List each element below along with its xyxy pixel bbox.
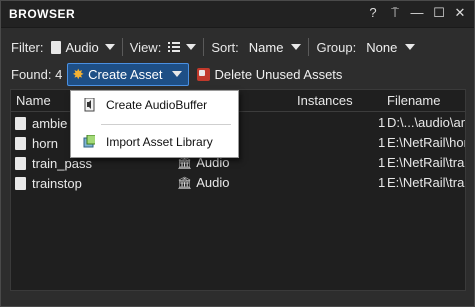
chevron-down-icon (405, 44, 416, 50)
browser-window: BROWSER ? ⍑ — ☐ ✕ Filter: Audio View: So… (0, 0, 475, 307)
asset-filename: E:\NetRail\trai (387, 175, 466, 190)
pin-button[interactable]: ⍑ (387, 5, 403, 21)
column-header-filename[interactable]: Filename (387, 93, 440, 108)
chevron-down-icon (186, 44, 197, 50)
filter-dropdown[interactable]: Audio (50, 39, 115, 55)
create-asset-menu: Create AudioBuffer Import Asset Library (70, 90, 239, 158)
column-header-instances[interactable]: Instances (297, 93, 353, 108)
instance-count: 1 (378, 155, 386, 170)
window-title: BROWSER (9, 7, 76, 21)
menu-divider (101, 124, 231, 125)
instance-count: 1 (378, 175, 386, 190)
sparkle-icon: ✸ (72, 65, 85, 82)
group-dropdown[interactable]: None (366, 39, 416, 55)
asset-name: horn (32, 136, 59, 151)
view-label: View: (129, 39, 162, 55)
asset-filename: D:\...\audio\am (387, 115, 466, 130)
audio-type-icon: 🏛 (177, 156, 193, 170)
minimize-button[interactable]: — (409, 5, 425, 21)
asset-name: train_pass (32, 156, 92, 171)
title-bar: BROWSER ? ⍑ — ☐ ✕ (1, 1, 474, 28)
instance-count: 1 (378, 115, 386, 130)
sort-value: Name (248, 39, 284, 55)
filter-label: Filter: (11, 39, 44, 55)
audio-icon (50, 40, 61, 54)
asset-name: trainstop (32, 176, 82, 191)
menu-item-label: Import Asset Library (106, 135, 213, 149)
audio-buffer-icon (84, 98, 95, 112)
filter-toolbar: Filter: Audio View: Sort: Name Group: No… (11, 35, 416, 59)
create-asset-button[interactable]: ✸ Create Asset (67, 62, 189, 86)
found-count: Found: 4 (11, 66, 63, 82)
help-button[interactable]: ? (365, 5, 381, 21)
chevron-down-icon (291, 44, 302, 50)
create-asset-label: Create Asset (88, 66, 163, 82)
close-button[interactable]: ✕ (452, 5, 468, 21)
separator (308, 38, 310, 56)
audio-file-icon (15, 157, 26, 170)
delete-unused-label: Delete Unused Assets (214, 66, 343, 82)
asset-filename: E:\NetRail\horn (387, 135, 465, 150)
separator (121, 38, 123, 56)
audio-type-icon: 🏛 (177, 176, 193, 190)
asset-type: Audio (196, 175, 230, 190)
column-header-name[interactable]: Name (16, 93, 51, 108)
group-value: None (366, 39, 398, 55)
audio-file-icon (15, 137, 26, 150)
delete-icon (196, 67, 210, 81)
instance-count: 1 (378, 135, 386, 150)
group-label: Group: (316, 39, 357, 55)
view-dropdown[interactable] (168, 41, 197, 53)
asset-library-icon (83, 135, 95, 148)
chevron-down-icon (104, 44, 115, 50)
asset-name: ambie (32, 116, 68, 131)
sort-dropdown[interactable]: Name (249, 40, 302, 55)
asset-filename: E:\NetRail\trai (387, 155, 466, 170)
menu-item-create-audiobuffer[interactable]: Create AudioBuffer (71, 92, 238, 118)
table-row[interactable]: trainstop 🏛 Audio 1 E:\NetRail\trai (11, 173, 465, 193)
delete-unused-assets-button[interactable]: Delete Unused Assets (196, 66, 343, 82)
menu-item-import-asset-library[interactable]: Import Asset Library (71, 129, 238, 155)
separator (203, 38, 205, 56)
audio-file-icon (15, 177, 26, 190)
chevron-down-icon (171, 71, 182, 77)
audio-file-icon (15, 117, 26, 130)
menu-item-label: Create AudioBuffer (106, 98, 208, 112)
sort-label: Sort: (211, 39, 239, 55)
filter-value: Audio (65, 39, 99, 55)
list-view-icon (168, 42, 181, 52)
maximize-button[interactable]: ☐ (431, 5, 447, 21)
action-toolbar: Found: 4 ✸ Create Asset Delete Unused As… (11, 62, 342, 86)
